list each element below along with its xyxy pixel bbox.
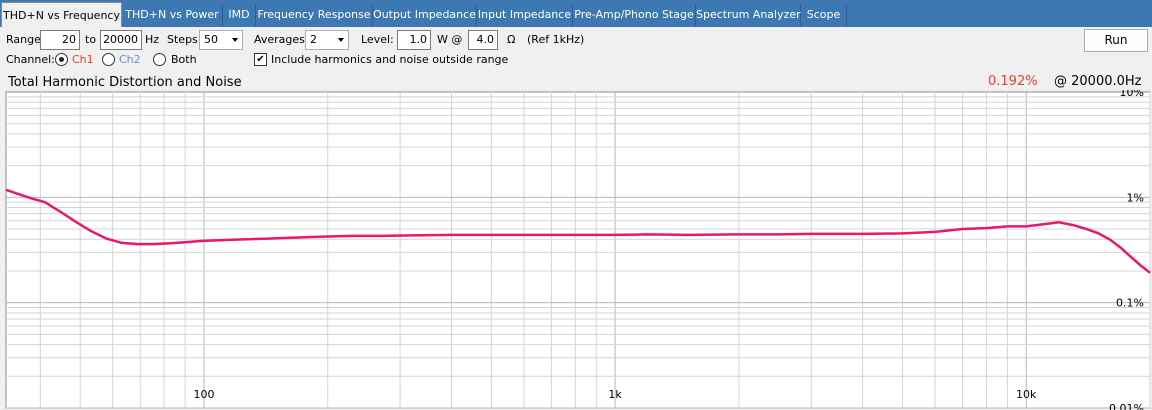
tab-input-impedance[interactable]: Input Impedance (477, 4, 573, 26)
w-at-label: W @ (437, 33, 463, 46)
to-label: to (85, 33, 97, 46)
thd-readout-value: 0.192% (988, 74, 1038, 89)
x-tick-label: 100 (193, 388, 214, 401)
averages-select[interactable]: 2 (305, 30, 349, 50)
range-from-input[interactable]: 20 (40, 30, 80, 50)
averages-value: 2 (310, 33, 317, 46)
ch2-radio[interactable] (102, 53, 115, 66)
range-to-input[interactable]: 20000 (100, 30, 142, 50)
steps-select[interactable]: 50 (199, 30, 243, 50)
ch1-radio[interactable] (55, 53, 68, 66)
range-label: Range: (6, 33, 45, 46)
tab-bar: THD+N vs Frequency THD+N vs Power IMD Fr… (0, 0, 1152, 27)
averages-label: Averages: (254, 33, 309, 46)
checkmark-icon: ✔ (256, 54, 265, 65)
channel-label: Channel: (6, 53, 55, 66)
chevron-down-icon (232, 38, 238, 42)
ohm-label: Ω (507, 33, 516, 46)
ch1-label: Ch1 (72, 53, 94, 66)
thd-readout-frequency: @ 20000.0Hz (1054, 74, 1142, 89)
chart-title: Total Harmonic Distortion and Noise (8, 75, 242, 90)
tab-scope[interactable]: Scope (801, 4, 847, 26)
ch2-label: Ch2 (119, 53, 141, 66)
steps-value: 50 (204, 33, 218, 46)
tab-pre-amp-phono-stage[interactable]: Pre-Amp/Phono Stage (573, 4, 696, 26)
x-tick-label: 1k (608, 388, 622, 401)
tab-thd-vs-frequency[interactable]: THD+N vs Frequency (1, 2, 122, 27)
y-tick-label: 1% (1127, 191, 1144, 204)
plot-area (5, 91, 1151, 409)
tab-output-impedance[interactable]: Output Impedance (373, 4, 477, 26)
tab-spectrum-analyzer[interactable]: Spectrum Analyzer (696, 4, 801, 26)
both-label: Both (171, 53, 197, 66)
hz-label: Hz (145, 33, 160, 46)
include-checkbox[interactable]: ✔ (254, 53, 267, 66)
tab-imd[interactable]: IMD (223, 4, 256, 26)
run-button[interactable]: Run (1084, 29, 1148, 52)
ref-label: (Ref 1kHz) (527, 33, 585, 46)
y-tick-label: 0.01% (1109, 402, 1144, 410)
x-tick-label: 10k (1016, 388, 1037, 401)
steps-label: Steps: (167, 33, 202, 46)
y-tick-label: 0.1% (1116, 297, 1144, 310)
chevron-down-icon (338, 38, 344, 42)
include-label: Include harmonics and noise outside rang… (271, 53, 509, 66)
level-label: Level: (361, 33, 394, 46)
level-input[interactable]: 1.0 (397, 30, 431, 50)
thd-plot: 100 1k 10k 10% 1% 0.1% 0.01% (5, 90, 1151, 410)
tab-frequency-response[interactable]: Frequency Response (256, 4, 373, 26)
y-tick-label: 10% (1120, 90, 1144, 99)
load-input[interactable]: 4.0 (468, 30, 498, 50)
both-radio[interactable] (153, 53, 166, 66)
tab-thd-vs-power[interactable]: THD+N vs Power (122, 4, 223, 26)
